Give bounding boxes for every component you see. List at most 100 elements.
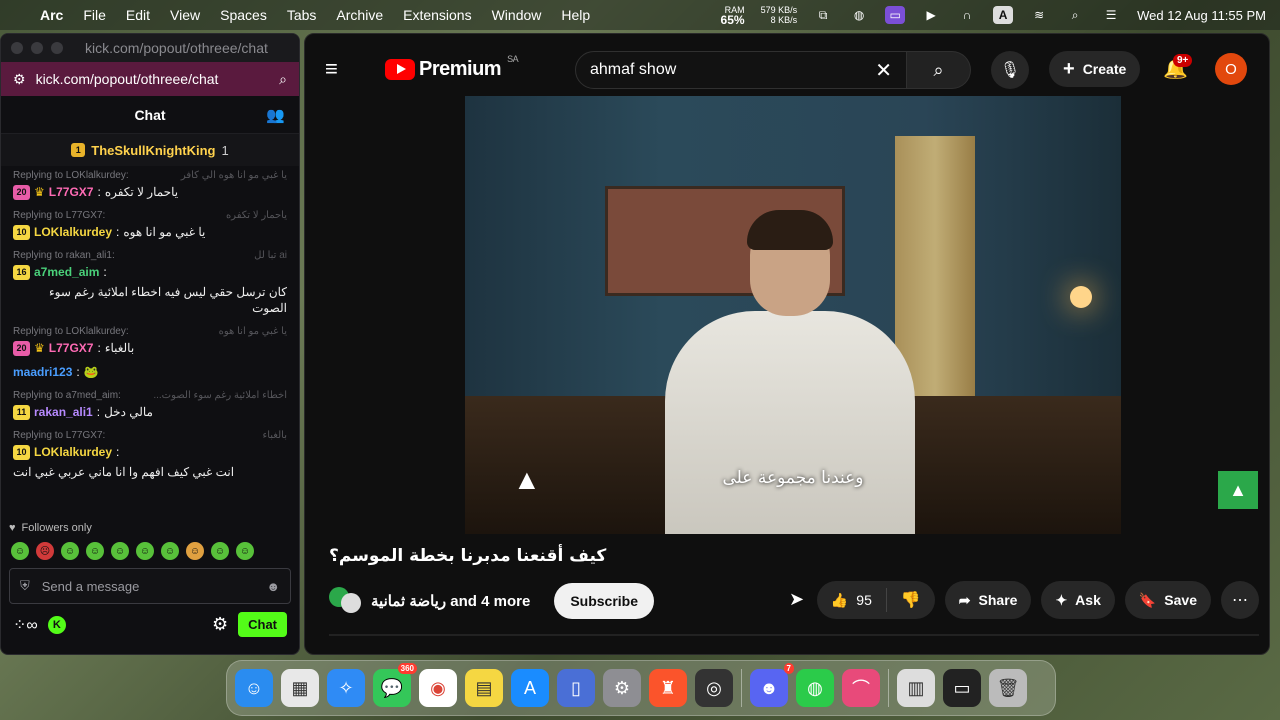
voice-search-button[interactable]: 🎙 <box>991 51 1029 89</box>
chat-url[interactable]: kick.com/popout/othreee/chat <box>36 71 270 87</box>
chat-url-bar[interactable]: ⚙ kick.com/popout/othreee/chat ⌕ <box>1 62 299 96</box>
youtube-logo[interactable]: Premium SA <box>385 54 519 81</box>
chat-username[interactable]: rakan_ali1 <box>34 404 93 420</box>
emote-icon[interactable]: ☺ <box>11 542 29 560</box>
points-icon[interactable]: ⁘∞ <box>13 615 38 635</box>
side-channel-icon[interactable]: ▲ <box>1218 471 1258 509</box>
brave-icon[interactable]: ♜ <box>649 669 687 707</box>
close-window-button[interactable] <box>11 42 23 54</box>
screenshot-icon[interactable]: ⧉ <box>813 6 833 24</box>
emote-icon[interactable]: ☺ <box>161 542 179 560</box>
menu-view[interactable]: View <box>170 7 200 23</box>
chat-input-placeholder[interactable]: Send a message <box>42 579 255 594</box>
chat-username[interactable]: LOKlalkurdey <box>34 444 112 460</box>
reply-context[interactable]: Replying to a7med_aim: اخطاء املائية رغم … <box>13 388 287 404</box>
screen-share-icon[interactable]: ▭ <box>885 6 906 24</box>
safari-icon[interactable]: ✧ <box>327 669 365 707</box>
chrome-icon[interactable]: ◉ <box>419 669 457 707</box>
chat-message[interactable]: Replying to LOKlalkurdey: يا غبي مو انا ه… <box>13 168 287 200</box>
like-button[interactable]: 👍 95 <box>817 588 887 612</box>
control-center-icon[interactable]: ☰ <box>1101 6 1121 24</box>
more-actions-button[interactable]: ⋯ <box>1221 581 1259 619</box>
app-store-icon[interactable]: A <box>511 669 549 707</box>
chat-messages[interactable]: Replying to LOKlalkurdey: يا غبي مو انا ه… <box>1 166 299 516</box>
menu-app-name[interactable]: Arc <box>40 7 63 23</box>
emote-icon[interactable]: ☺ <box>61 542 79 560</box>
reply-context[interactable]: Replying to L77GX7: بالغباء <box>13 428 287 444</box>
discord-icon[interactable]: ☻ 7 <box>750 663 794 707</box>
wifi-icon[interactable]: ≋ <box>1029 6 1049 24</box>
reply-context[interactable]: Replying to L77GX7: ياحمار لا تكفره <box>13 208 287 224</box>
menu-extensions[interactable]: Extensions <box>403 7 471 23</box>
messages-icon[interactable]: 💬 360 <box>373 663 417 707</box>
emote-icon[interactable]: ☹ <box>36 542 54 560</box>
emote-icon[interactable]: ☺ <box>211 542 229 560</box>
chat-message[interactable]: Replying to rakan_ali1: ai تبا لل 16 a7med_… <box>13 248 287 316</box>
menu-window[interactable]: Window <box>492 7 542 23</box>
trash-icon[interactable]: 🗑 <box>989 669 1027 707</box>
site-settings-icon[interactable]: ⚙ <box>13 71 26 88</box>
emote-icon[interactable]: ☺ <box>186 542 204 560</box>
kick-logo-icon[interactable]: K <box>47 615 66 634</box>
ask-button[interactable]: ✦ Ask <box>1041 581 1115 619</box>
input-source-icon[interactable]: A <box>993 6 1014 24</box>
send-chat-button[interactable]: Chat <box>238 612 287 637</box>
share-button[interactable]: ➦ Share <box>944 581 1032 619</box>
emoji-icon[interactable]: ☻ <box>266 579 280 594</box>
menu-tabs[interactable]: Tabs <box>287 7 317 23</box>
obs-icon[interactable]: ◎ <box>695 669 733 707</box>
zoom-window-button[interactable] <box>51 42 63 54</box>
menu-help[interactable]: Help <box>561 7 590 23</box>
menu-spaces[interactable]: Spaces <box>220 7 267 23</box>
play-icon[interactable]: ▶ <box>921 6 941 24</box>
emote-icon[interactable]: ☺ <box>86 542 104 560</box>
url-search-icon[interactable]: ⌕ <box>279 71 287 88</box>
search-button[interactable]: ⌕ <box>907 51 971 89</box>
chat-message[interactable]: Replying to L77GX7: ياحمار لا تكفره 10 LOKl… <box>13 208 287 240</box>
search-icon[interactable]: ⌕ <box>1065 6 1085 24</box>
users-icon[interactable]: 👥 <box>266 106 285 124</box>
channel-avatars[interactable] <box>329 585 361 617</box>
document-stack-icon[interactable]: ▥ <box>897 669 935 707</box>
chat-message[interactable]: Replying to LOKlalkurdey: يا غبي مو انا ه… <box>13 324 287 356</box>
menu-edit[interactable]: Edit <box>126 7 150 23</box>
finder-icon[interactable]: ☺ <box>235 669 273 707</box>
reply-context[interactable]: Replying to rakan_ali1: ai تبا لل <box>13 248 287 264</box>
channel-name[interactable]: رياضة ثمانية and 4 more <box>371 592 530 610</box>
arc-icon[interactable]: ⌒ <box>842 669 880 707</box>
launchpad-icon[interactable]: ▦ <box>281 669 319 707</box>
chat-username[interactable]: L77GX7 <box>49 184 94 200</box>
network-indicator[interactable]: 579 KB/s 8 KB/s <box>761 5 798 25</box>
search-input[interactable]: ahmaf show ✕ <box>575 51 907 89</box>
emote-icon[interactable]: ☺ <box>236 542 254 560</box>
reply-context[interactable]: Replying to LOKlalkurdey: يا غبي مو انا ه… <box>13 324 287 340</box>
menu-archive[interactable]: Archive <box>336 7 383 23</box>
subscribe-button[interactable]: Subscribe <box>554 583 655 619</box>
chat-username[interactable]: maadri123 <box>13 364 72 380</box>
emote-icon[interactable]: ☺ <box>136 542 154 560</box>
emote-icon[interactable]: ☺ <box>111 542 129 560</box>
account-avatar[interactable]: O <box>1215 53 1247 85</box>
system-settings-icon[interactable]: ⚙ <box>603 669 641 707</box>
search-query[interactable]: ahmaf show <box>590 61 875 79</box>
reply-context[interactable]: Replying to LOKlalkurdey: يا غبي مو انا ه… <box>13 168 287 184</box>
video-player[interactable]: ▲ وعندنا مجموعة على <box>465 96 1121 534</box>
chat-username[interactable]: a7med_aim <box>34 264 99 280</box>
screenshot-thumbnail-icon[interactable]: ▭ <box>943 669 981 707</box>
preview-icon[interactable]: ▯ <box>557 669 595 707</box>
chat-message[interactable]: maadri123: 🐸 <box>13 364 287 380</box>
top-gifter-banner[interactable]: 1 TheSkullKnightKing 1 <box>1 134 299 166</box>
headphones-icon[interactable]: ∩ <box>957 6 977 24</box>
chat-message[interactable]: Replying to L77GX7: بالغباء 10 LOKlalkurdey… <box>13 428 287 480</box>
create-button[interactable]: + Create <box>1049 51 1141 87</box>
chat-username[interactable]: L77GX7 <box>49 340 94 356</box>
menubar-clock[interactable]: Wed 12 Aug 11:55 PM <box>1137 8 1266 23</box>
menu-file[interactable]: File <box>83 7 106 23</box>
chat-message-input[interactable]: ⛨ Send a message ☻ <box>9 568 291 604</box>
dislike-button[interactable]: 👎 <box>887 590 935 610</box>
ram-indicator[interactable]: RAM 65% <box>721 5 745 26</box>
clear-search-icon[interactable]: ✕ <box>875 58 892 83</box>
minimize-window-button[interactable] <box>31 42 43 54</box>
hamburger-menu-icon[interactable]: ≡ <box>325 56 365 82</box>
notes-icon[interactable]: ▤ <box>465 669 503 707</box>
